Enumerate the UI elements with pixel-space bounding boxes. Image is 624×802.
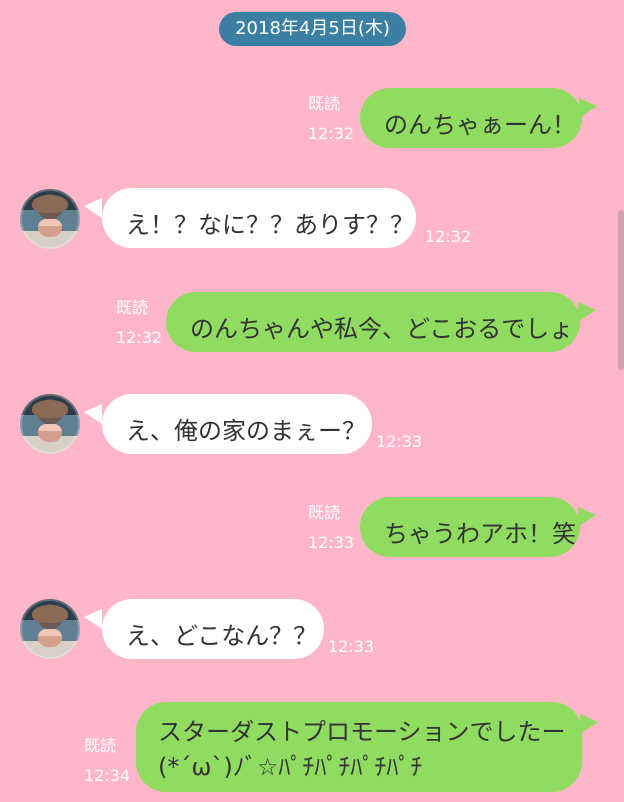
avatar — [20, 189, 80, 249]
message-text: のんちゃぁーん！ — [384, 111, 576, 139]
read-status: 既読 — [84, 736, 117, 755]
message-time: 12:32 — [425, 227, 472, 246]
message-time: 12:34 — [84, 766, 131, 785]
bubble-tail — [84, 404, 102, 424]
bubble-tail — [84, 198, 102, 218]
message-bubble-sent[interactable]: スターダストプロモーションでしたー (*´ω`)ﾉﾞ☆ﾊﾟﾁﾊﾟﾁﾊﾟﾁﾊﾟﾁ — [136, 702, 582, 792]
bubble-tail — [580, 714, 598, 734]
date-separator: 2018年4月5日(木) — [219, 12, 406, 46]
bubble-tail — [578, 302, 596, 322]
message-time: 12:33 — [308, 533, 355, 552]
read-status: 既読 — [116, 298, 149, 317]
avatar — [20, 599, 80, 659]
message-bubble-received[interactable]: え、どこなん？？ — [102, 599, 324, 659]
message-text-line-1: スターダストプロモーションでしたー — [158, 718, 566, 746]
bubble-tail — [84, 609, 102, 629]
bubble-tail — [579, 98, 597, 118]
read-status: 既読 — [308, 94, 341, 113]
message-text: ちゃうわアホ！笑 — [384, 520, 576, 548]
message-text: え！？なに？？ありす？？ — [126, 211, 414, 239]
message-bubble-sent[interactable]: のんちゃぁーん！ — [360, 88, 582, 148]
message-time: 12:33 — [376, 432, 423, 451]
message-bubble-received[interactable]: え！？なに？？ありす？？ — [102, 188, 416, 248]
message-time: 12:32 — [116, 328, 163, 347]
avatar — [20, 394, 80, 454]
scrollbar[interactable] — [618, 210, 624, 370]
message-time: 12:33 — [328, 637, 375, 656]
chat-screen: 2018年4月5日(木) 既読 12:32 のんちゃぁーん！ え！？なに？？あり… — [0, 0, 624, 802]
message-text: え、どこなん？？ — [126, 622, 318, 650]
message-text-line-2: (*´ω`)ﾉﾞ☆ﾊﾟﾁﾊﾟﾁﾊﾟﾁﾊﾟﾁ — [158, 753, 423, 781]
message-text: え、俺の家のまぇー？ — [126, 417, 366, 445]
bubble-tail — [578, 507, 596, 527]
message-time: 12:32 — [308, 124, 355, 143]
message-bubble-sent[interactable]: ちゃうわアホ！笑 — [360, 497, 580, 557]
message-text: のんちゃんや私今、どこおるでしょ — [190, 315, 574, 343]
read-status: 既読 — [308, 503, 341, 522]
message-bubble-sent[interactable]: のんちゃんや私今、どこおるでしょ — [166, 292, 580, 352]
message-bubble-received[interactable]: え、俺の家のまぇー？ — [102, 394, 372, 454]
